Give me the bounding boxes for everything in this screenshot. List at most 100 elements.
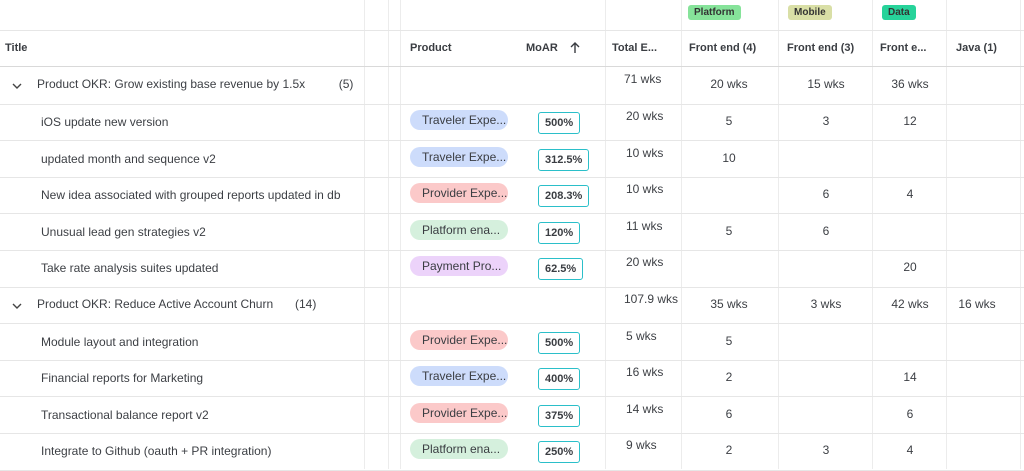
row-divider <box>0 30 1024 31</box>
column-header-front-end-data[interactable]: Front e... <box>880 42 926 54</box>
group-title[interactable]: Product OKR: Reduce Active Account Churn <box>37 297 273 311</box>
row-divider <box>0 177 1024 178</box>
task-total-effort: 14 wks <box>626 401 664 416</box>
task-fe-mobile: 6 <box>822 187 830 202</box>
task-title[interactable]: Module layout and integration <box>41 335 198 349</box>
group-total-effort: 107.9 wks <box>624 291 679 306</box>
sort-ascending-icon[interactable] <box>569 41 581 54</box>
group-fe-platform: 20 wks <box>710 77 748 92</box>
task-total-effort: 16 wks <box>626 365 664 380</box>
group-count: (14) <box>295 296 317 311</box>
group-count: (5) <box>338 77 354 92</box>
task-fe-data: 12 <box>903 113 917 128</box>
team-tag-mobile[interactable]: Mobile <box>788 5 832 20</box>
column-header-front-end-platform[interactable]: Front end (4) <box>689 42 756 54</box>
group-total-effort: 71 wks <box>624 72 662 87</box>
row-divider <box>0 250 1024 251</box>
task-fe-data: 6 <box>906 406 914 421</box>
group-fe-mobile: 15 wks <box>807 77 845 92</box>
product-pill[interactable]: Provider Expe... <box>410 402 508 423</box>
row-divider <box>0 396 1024 397</box>
row-divider <box>0 140 1024 141</box>
column-header-java[interactable]: Java (1) <box>956 42 997 54</box>
moar-badge: 120% <box>538 221 581 244</box>
task-title[interactable]: Integrate to Github (oauth + PR integrat… <box>41 444 271 458</box>
product-pill[interactable]: Traveler Expe... <box>410 146 508 167</box>
col-divider <box>400 0 401 469</box>
product-pill[interactable]: Payment Pro... <box>410 256 508 277</box>
task-fe-mobile: 3 <box>822 113 830 128</box>
product-pill[interactable]: Provider Expe... <box>410 329 508 350</box>
moar-badge: 375% <box>538 404 581 427</box>
task-fe-data: 4 <box>906 443 914 458</box>
group-fe-platform: 35 wks <box>710 296 748 311</box>
task-fe-data: 20 <box>903 260 917 275</box>
moar-badge: 62.5% <box>538 258 584 281</box>
task-fe-platform: 2 <box>725 370 733 385</box>
task-title[interactable]: Financial reports for Marketing <box>41 371 203 385</box>
task-title[interactable]: iOS update new version <box>41 115 168 129</box>
moar-badge: 208.3% <box>538 185 590 208</box>
task-fe-platform: 10 <box>722 150 736 165</box>
group-java: 16 wks <box>958 296 996 311</box>
row-divider <box>0 433 1024 434</box>
moar-badge: 250% <box>538 441 581 464</box>
col-divider <box>778 0 779 469</box>
column-header-front-end-mobile[interactable]: Front end (3) <box>787 42 854 54</box>
task-title[interactable]: updated month and sequence v2 <box>41 152 216 166</box>
product-pill[interactable]: Platform ena... <box>410 219 508 240</box>
col-divider <box>872 0 873 469</box>
task-fe-data: 4 <box>906 187 914 202</box>
moar-badge: 500% <box>538 331 581 354</box>
task-total-effort: 5 wks <box>626 328 657 343</box>
task-fe-platform: 6 <box>725 406 733 421</box>
task-total-effort: 11 wks <box>626 218 663 233</box>
task-fe-platform: 5 <box>725 333 733 348</box>
col-divider <box>605 0 606 469</box>
row-divider <box>0 360 1024 361</box>
task-total-effort: 20 wks <box>626 255 664 270</box>
moar-badge: 312.5% <box>538 148 590 171</box>
group-fe-mobile: 3 wks <box>810 296 842 311</box>
task-fe-platform: 5 <box>725 223 733 238</box>
task-fe-mobile: 6 <box>822 223 830 238</box>
col-divider <box>388 0 389 469</box>
moar-badge: 500% <box>538 111 581 134</box>
group-title[interactable]: Product OKR: Grow existing base revenue … <box>37 77 305 91</box>
col-divider <box>364 0 365 469</box>
header-divider <box>0 66 1024 67</box>
task-fe-data: 14 <box>903 370 917 385</box>
task-title[interactable]: Transactional balance report v2 <box>41 408 209 422</box>
product-pill[interactable]: Traveler Expe... <box>410 109 508 130</box>
column-header-title[interactable]: Title <box>5 42 27 54</box>
task-fe-platform: 5 <box>725 113 733 128</box>
team-tag-data[interactable]: Data <box>882 5 916 20</box>
task-fe-mobile: 3 <box>822 443 830 458</box>
group-fe-data: 36 wks <box>891 77 929 92</box>
task-total-effort: 9 wks <box>626 438 657 453</box>
row-divider <box>0 323 1024 324</box>
column-header-product[interactable]: Product <box>410 42 452 54</box>
row-divider <box>0 104 1024 105</box>
task-total-effort: 20 wks <box>626 108 664 123</box>
product-pill[interactable]: Platform ena... <box>410 439 508 460</box>
task-total-effort: 10 wks <box>626 145 664 160</box>
task-total-effort: 10 wks <box>626 182 664 197</box>
row-divider <box>0 287 1024 288</box>
product-pill[interactable]: Provider Expe... <box>410 183 508 204</box>
task-fe-platform: 2 <box>725 443 733 458</box>
task-title[interactable]: Take rate analysis suites updated <box>41 261 218 275</box>
task-title[interactable]: New idea associated with grouped reports… <box>41 188 341 202</box>
column-header-total-effort[interactable]: Total E... <box>612 42 657 54</box>
chevron-down-icon[interactable] <box>12 301 22 311</box>
col-divider <box>681 0 682 469</box>
chevron-down-icon[interactable] <box>12 81 22 91</box>
moar-badge: 400% <box>538 368 581 391</box>
group-fe-data: 42 wks <box>891 296 929 311</box>
team-tag-platform[interactable]: Platform <box>688 5 741 20</box>
task-title[interactable]: Unusual lead gen strategies v2 <box>41 225 206 239</box>
col-divider <box>1020 0 1021 469</box>
row-divider <box>0 213 1024 214</box>
product-pill[interactable]: Traveler Expe... <box>410 366 508 387</box>
column-header-moar[interactable]: MoAR <box>526 42 558 54</box>
